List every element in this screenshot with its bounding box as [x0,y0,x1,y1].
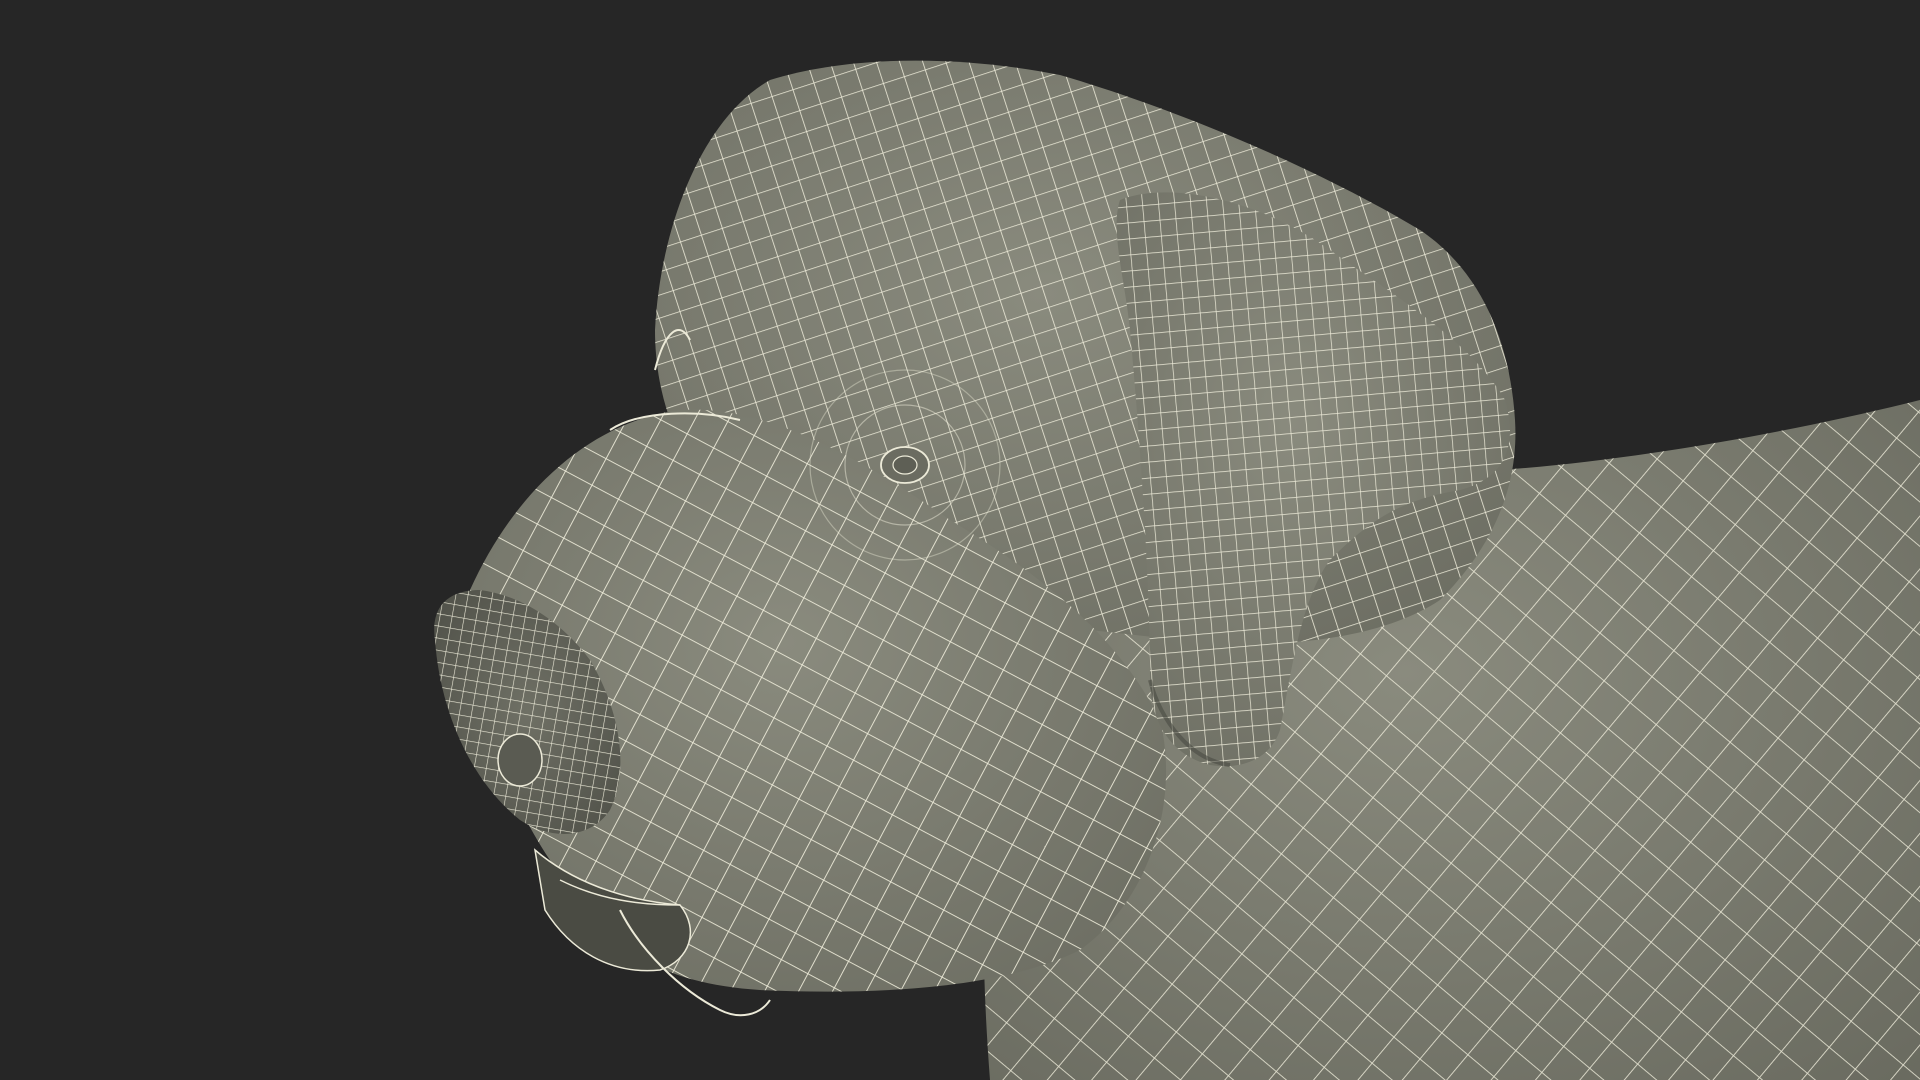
render-viewport [434,60,1920,1080]
